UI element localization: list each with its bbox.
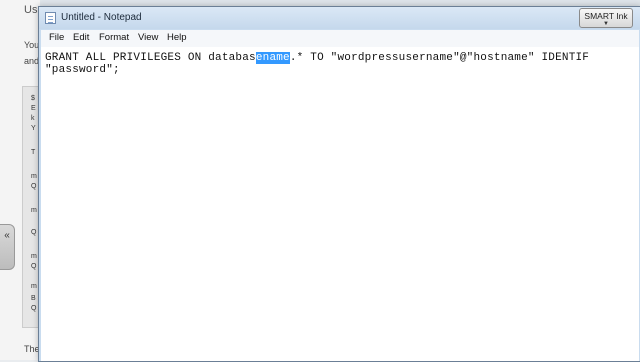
editor-text: GRANT ALL PRIVILEGES ON databas xyxy=(45,52,256,64)
background-panel-text: T xyxy=(31,149,36,156)
background-panel-text: Q xyxy=(31,263,37,270)
background-panel-text: k xyxy=(31,115,35,122)
menu-help[interactable]: Help xyxy=(167,32,187,43)
background-panel-text: B xyxy=(31,295,36,302)
menu-file[interactable]: File xyxy=(49,32,64,43)
smart-ink-button[interactable]: SMART Ink ▼ xyxy=(579,8,633,28)
background-panel-text: Q xyxy=(31,183,37,190)
text-editor[interactable]: GRANT ALL PRIVILEGES ON databasename.* T… xyxy=(41,47,639,361)
menu-edit[interactable]: Edit xyxy=(73,32,89,43)
notepad-window: Untitled - Notepad SMART Ink ▼ File Edit… xyxy=(38,6,640,362)
background-heading: Us xyxy=(24,4,38,16)
smart-ink-label: SMART Ink xyxy=(584,11,628,21)
side-panel-tab[interactable]: « xyxy=(0,224,15,270)
background-text-line: and xyxy=(24,56,40,66)
background-panel-text: Q xyxy=(31,305,37,312)
selected-text: ename xyxy=(255,52,290,64)
menu-format[interactable]: Format xyxy=(99,32,129,43)
background-panel-text: Y xyxy=(31,125,36,132)
notepad-icon xyxy=(45,12,56,24)
menu-view[interactable]: View xyxy=(138,32,158,43)
chevron-left-icon: « xyxy=(4,230,10,241)
background-text-line: You xyxy=(24,40,40,50)
editor-line-1: GRANT ALL PRIVILEGES ON databasename.* T… xyxy=(45,52,589,64)
editor-text: .* TO "wordpressusername"@"hostname" IDE… xyxy=(289,52,590,64)
background-panel-text: E xyxy=(31,105,36,112)
background-panel-text: Q xyxy=(31,229,37,236)
editor-line-2: "password"; xyxy=(45,64,120,76)
background-panel-text: m xyxy=(31,253,37,260)
title-bar[interactable]: Untitled - Notepad SMART Ink ▼ xyxy=(39,7,640,29)
background-panel-text: m xyxy=(31,283,37,290)
background-panel-text: $ xyxy=(31,95,35,102)
menu-bar: File Edit Format View Help xyxy=(41,30,639,48)
background-panel-text: m xyxy=(31,207,37,214)
dropdown-arrow-icon: ▼ xyxy=(603,21,609,27)
window-title: Untitled - Notepad xyxy=(61,12,142,23)
background-panel-text: m xyxy=(31,173,37,180)
